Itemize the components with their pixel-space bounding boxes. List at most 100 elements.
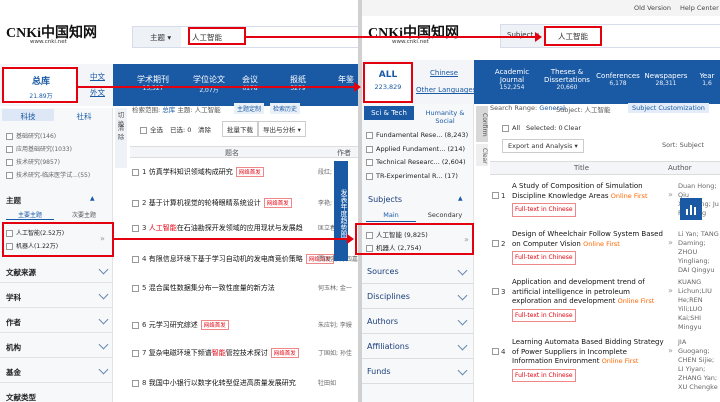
db-tab-newspaper[interactable]: Newspapers 28,311 — [642, 72, 690, 87]
expand-icon[interactable]: » — [668, 190, 673, 199]
expand-icon[interactable]: » — [668, 286, 673, 295]
help-center-link[interactable]: Help Center — [680, 4, 719, 12]
db-tab-journal[interactable]: 学术期刊 15,527 — [131, 74, 175, 92]
row-author[interactable]: 朱应钊; 李嫚 — [318, 320, 358, 329]
db-tab-conference[interactable]: 会议 6178 — [235, 74, 265, 92]
expand-icon[interactable]: » — [668, 346, 673, 355]
trend-chart-button[interactable]: 发表年度趋势图 — [334, 161, 348, 261]
left-pane-chinese: CNKi中国知网 www.cnki.net 主题 ▾ 人工智能 总库 21.89… — [0, 0, 358, 402]
filter-row[interactable]: 基础研究(146) — [6, 131, 56, 140]
filter-row[interactable]: Applied Fundament... (214) — [366, 145, 465, 153]
row-title[interactable]: 复杂电磁环境下频谱智能管控技术探讨 — [149, 349, 268, 357]
db-tab-conference[interactable]: Conferences 6,178 — [594, 72, 642, 87]
row-checkbox[interactable] — [492, 348, 499, 355]
row-checkbox[interactable] — [132, 321, 139, 329]
sort-control[interactable]: Sort: Subject — [662, 141, 704, 149]
row-title[interactable]: 人工智能在石油勘探开发领域的应用现状与发展趋 — [149, 224, 303, 232]
clear-link[interactable]: 清除 — [198, 124, 211, 134]
section-affiliations[interactable]: Affiliations — [362, 334, 474, 359]
lang-chinese-link[interactable]: 中文 — [90, 71, 105, 82]
row-number: 4 — [501, 348, 506, 356]
row-checkbox[interactable] — [132, 349, 139, 357]
section-authors[interactable]: 作者 — [0, 309, 113, 333]
filter-row[interactable]: Fundamental Rese... (8,243) — [366, 131, 468, 139]
lang-foreign-link[interactable]: 外文 — [90, 87, 105, 98]
row-author[interactable]: Li Yan; TANG Daming; ZHOU Yingliang; DAI… — [678, 230, 720, 275]
row-checkbox[interactable] — [132, 284, 139, 292]
topic-tab-secondary[interactable]: 次要主题 — [60, 210, 108, 220]
section-disciplines[interactable]: Disciplines — [362, 284, 474, 309]
side-tab-humanity[interactable]: Humanity & Social — [416, 106, 474, 125]
online-first-badge: 网络首发 — [263, 198, 292, 208]
row-author[interactable]: 何玉林; 金一 — [318, 283, 358, 292]
side-clear-button[interactable]: 清除 — [115, 124, 127, 142]
row-number: 2 — [501, 240, 506, 248]
topic-custom-button[interactable]: 主题定制 — [234, 103, 265, 114]
row-checkbox[interactable] — [132, 255, 139, 263]
row-checkbox[interactable] — [492, 240, 499, 247]
subject-customization-button[interactable]: Subject Customization — [628, 103, 709, 113]
subjects-tab-secondary[interactable]: Secondary — [420, 211, 470, 222]
expand-icon[interactable]: » — [668, 238, 673, 247]
select-all[interactable]: All — [502, 124, 520, 132]
full-text-chinese-badge: Full-text in Chinese — [512, 203, 576, 217]
clear-link[interactable]: Clear — [564, 124, 581, 132]
side-tab-sci[interactable]: 科技 — [2, 109, 54, 121]
section-doc-type[interactable]: 文献类型 — [0, 384, 113, 402]
export-analysis-button[interactable]: Export and Analysis ▾ — [502, 139, 584, 153]
row-title[interactable]: 元学习研究综述 — [149, 321, 198, 329]
section-sources[interactable]: 文献来源 — [0, 259, 113, 283]
row-checkbox[interactable] — [132, 224, 139, 232]
row-title[interactable]: 有限信息环境下基于学习自动机的发电商竞价策略 — [149, 255, 303, 263]
row-checkbox[interactable] — [492, 192, 499, 199]
export-analysis-button[interactable]: 导出与分析 ▾ — [258, 121, 306, 137]
section-funds[interactable]: Funds — [362, 359, 474, 384]
row-checkbox[interactable] — [132, 199, 139, 207]
row-author[interactable]: 牡田如 — [318, 378, 358, 387]
row-title[interactable]: 基于计算机视觉的轮椅眼睛系统设计 — [149, 199, 261, 207]
old-version-link[interactable]: Old Version — [634, 4, 671, 12]
subjects-collapse-icon[interactable]: ▲ — [458, 195, 463, 202]
row-author[interactable]: JIA Guogang; CHEN Sijie; LI Yiyan; ZHANG… — [678, 338, 720, 392]
side-tab-social[interactable]: 社科 — [58, 109, 110, 121]
filter-row[interactable]: 技术研究(9857) — [6, 157, 60, 166]
db-tab-newspaper[interactable]: 报纸 5279 — [283, 74, 313, 92]
row-checkbox[interactable] — [492, 288, 499, 295]
filter-row[interactable]: TR-Experimental R... (17) — [366, 172, 458, 180]
annot-box-query-right — [544, 26, 602, 46]
filter-row[interactable]: 技术研究-临床医学试...(55) — [6, 170, 90, 179]
topic-tab-main[interactable]: 主要主题 — [6, 210, 54, 220]
row-author[interactable]: 丁国如; 孙佳 — [318, 348, 358, 357]
row-title[interactable]: Learning Automata Based Bidding Strategy… — [512, 338, 664, 365]
section-affiliations[interactable]: 机构 — [0, 334, 113, 358]
filter-row[interactable]: 应用基础研究(1033) — [6, 144, 72, 153]
side-confirm-button[interactable]: Confirm — [476, 106, 488, 142]
topic-collapse-icon[interactable]: ▲ — [90, 195, 95, 202]
row-title[interactable]: 仿真学科知识领域构成研究 — [149, 168, 233, 176]
chevron-down-icon — [457, 290, 468, 301]
db-tab-thesis[interactable]: 学位论文 2,07万 — [187, 74, 231, 94]
side-tab-sci[interactable]: Sci & Tech — [364, 106, 414, 120]
select-all[interactable]: 全选 — [140, 124, 163, 134]
db-tab-thesis[interactable]: Theses & Dissertations 20,660 — [544, 68, 590, 91]
row-checkbox[interactable] — [132, 379, 139, 387]
search-field-select[interactable]: 主题 ▾ — [150, 32, 171, 43]
db-tab-year[interactable]: Year 1,6 — [694, 72, 720, 87]
lang-chinese-link[interactable]: Chinese — [430, 69, 458, 77]
section-authors[interactable]: Authors — [362, 309, 474, 334]
section-sources[interactable]: Sources — [362, 259, 474, 284]
row-author[interactable]: KUANG Lichun;LIU He;REN Yili;LUO Kai;SHI… — [678, 278, 720, 332]
side-clear-button[interactable]: Clear — [476, 144, 488, 166]
section-disciplines[interactable]: 学科 — [0, 284, 113, 308]
lang-other-link[interactable]: Other Languages — [416, 86, 476, 94]
bar-chart-icon[interactable] — [680, 198, 702, 220]
row-checkbox[interactable] — [132, 168, 139, 176]
section-funds[interactable]: 基金 — [0, 359, 113, 383]
bulk-download-button[interactable]: 批量下载 — [222, 121, 258, 137]
db-tab-journal[interactable]: Academic Journal 152,254 — [492, 68, 532, 91]
row-title[interactable]: 混合属性数据集分布一致性度量的新方法 — [149, 284, 275, 292]
filter-row[interactable]: Technical Researc... (2,604) — [366, 158, 466, 166]
row-title[interactable]: 我国中小银行以数字化转型促进高质量发展研究 — [149, 379, 296, 387]
search-history-button[interactable]: 检索历史 — [270, 103, 301, 114]
subjects-tab-main[interactable]: Main — [366, 211, 416, 222]
